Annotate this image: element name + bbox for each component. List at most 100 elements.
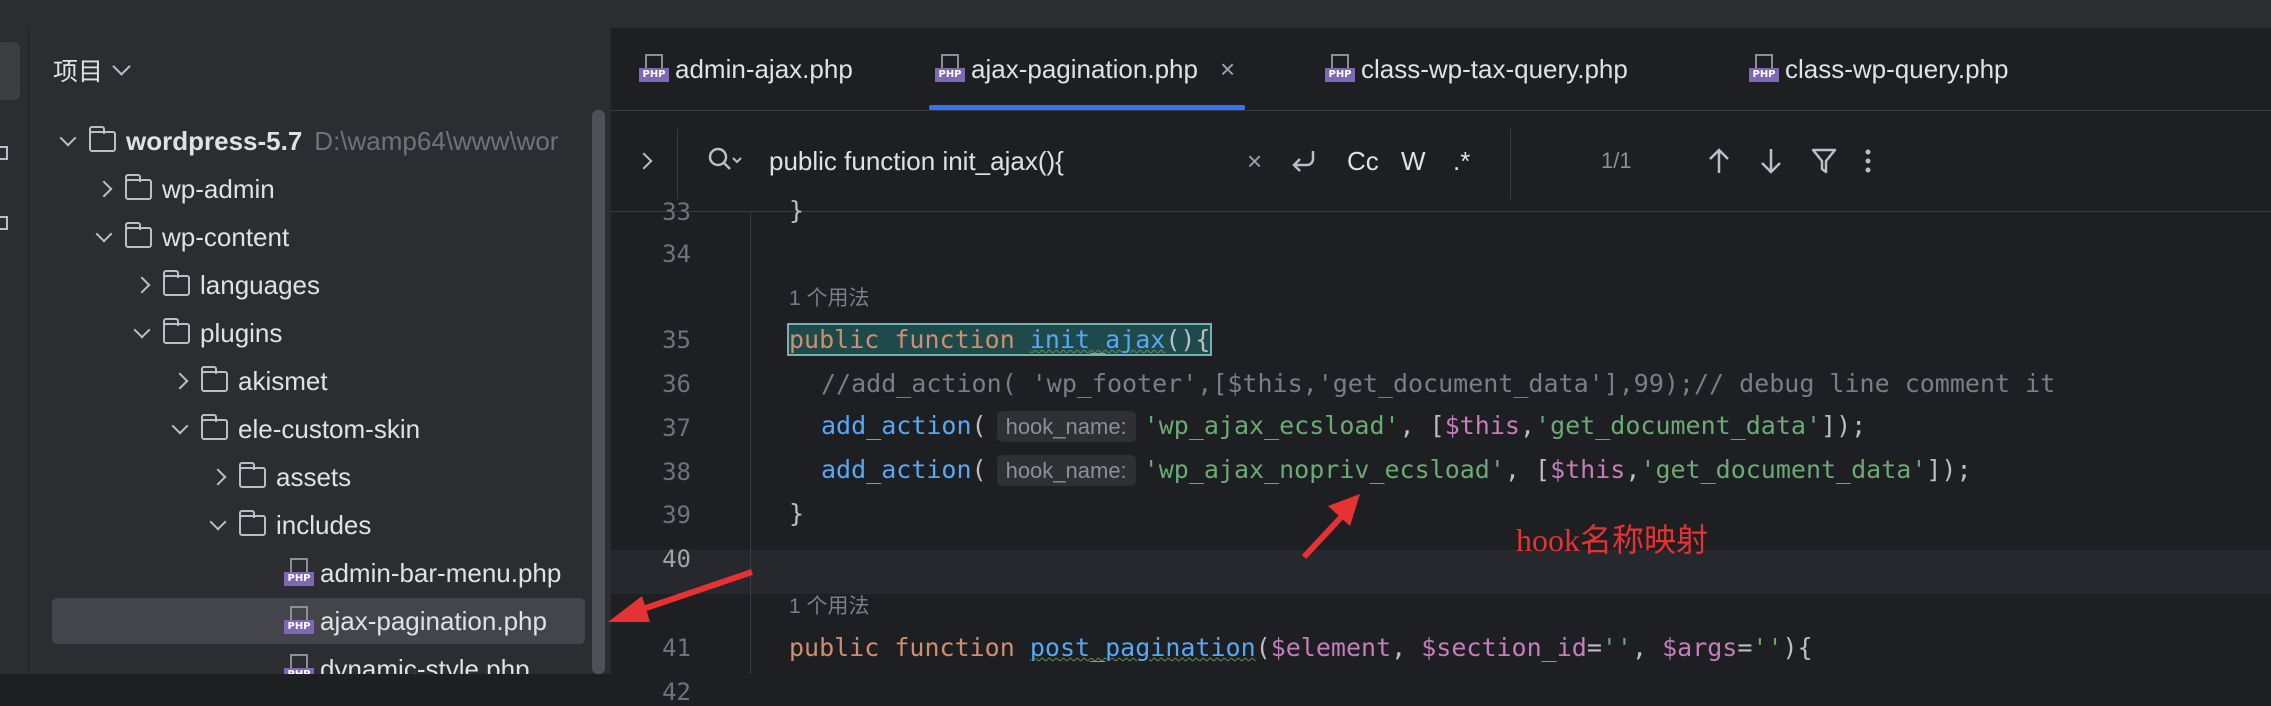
php-file-icon: PHP (1325, 54, 1355, 84)
tree-item-label: akismet (238, 365, 328, 396)
line-number: 38 (662, 458, 691, 486)
search-match-highlight: public function init_ajax(){ (786, 323, 1213, 356)
parameter-hint: hook_name: (996, 411, 1136, 442)
tree-item-akismet[interactable]: akismet (29, 358, 611, 404)
chevron-down-icon[interactable] (207, 514, 229, 536)
editor: PHP admin-ajax.php PHP ajax-pagination.p… (611, 28, 2271, 706)
find-bar: public function init_ajax(){ × Cc W .* 1… (611, 111, 2271, 212)
tree-item-label: dynamic-style.php (320, 653, 530, 675)
tree-item-label: admin-bar-menu.php (320, 557, 562, 588)
tree-item-plugins[interactable]: plugins (29, 310, 611, 356)
tree-item-assets[interactable]: assets (29, 454, 611, 500)
tree-item-ajax-pagination[interactable]: PHP ajax-pagination.php (52, 598, 585, 644)
usage-hint[interactable]: 1 个用法 (789, 282, 870, 312)
chevron-down-icon[interactable] (131, 322, 153, 344)
tab-label: admin-ajax.php (675, 53, 853, 84)
tree-item-label: ajax-pagination.php (320, 605, 547, 636)
tree-item-label: wordpress-5.7 (126, 125, 303, 156)
code-line[interactable]: add_action(hook_name:'wp_ajax_ecsload', … (821, 411, 1866, 442)
parameter-hint: hook_name: (996, 455, 1136, 486)
tree-item-label: ele-custom-skin (238, 413, 421, 444)
tab-class-wp-query[interactable]: PHP class-wp-query.php (1749, 28, 2009, 110)
folder-icon (124, 173, 152, 200)
folder-icon (162, 269, 190, 296)
project-tool-button[interactable] (0, 42, 20, 100)
tree-item-label: wp-admin (162, 173, 275, 204)
line-number: 33 (662, 198, 691, 226)
chevron-right-icon[interactable] (131, 274, 153, 296)
folder-icon (238, 509, 266, 536)
tree-item-admin-bar-menu[interactable]: PHP admin-bar-menu.php (29, 550, 611, 596)
folder-icon (88, 125, 116, 152)
tab-class-wp-tax-query[interactable]: PHP class-wp-tax-query.php (1325, 28, 1628, 110)
tree-item-includes[interactable]: includes (29, 502, 611, 548)
chevron-down-icon[interactable] (93, 226, 115, 248)
chevron-down-icon (112, 56, 131, 76)
php-file-icon: PHP (284, 606, 314, 636)
chevron-down-icon[interactable] (57, 130, 79, 152)
chevron-right-icon[interactable] (93, 178, 115, 200)
activity-bar (0, 28, 29, 674)
project-panel-header[interactable]: 项目 (53, 52, 131, 88)
folder-icon (124, 221, 152, 248)
project-panel-title: 项目 (53, 58, 104, 86)
commit-icon[interactable] (0, 146, 8, 160)
line-number: 40 (662, 545, 691, 573)
code-line[interactable]: //add_action( 'wp_footer',[$this,'get_do… (821, 369, 2055, 398)
folder-icon (200, 413, 228, 440)
search-history-icon[interactable] (707, 111, 743, 211)
whole-words-toggle[interactable]: W (1401, 111, 1426, 211)
tree-item-label: wp-content (162, 221, 290, 252)
match-case-toggle[interactable]: Cc (1347, 111, 1379, 211)
more-options-icon[interactable] (1863, 111, 1873, 211)
line-number: 39 (662, 501, 691, 529)
tree-item-wordpress-5.7[interactable]: wordpress-5.7 D:\wamp64\www\wor (29, 118, 611, 164)
code-line[interactable]: } (789, 196, 804, 225)
tree-item-languages[interactable]: languages (29, 262, 611, 308)
tree-item-wp-admin[interactable]: wp-admin (29, 166, 611, 212)
newline-icon[interactable] (1289, 111, 1319, 211)
indent-guide (750, 212, 751, 674)
regex-toggle[interactable]: .* (1453, 111, 1470, 211)
php-file-icon: PHP (1749, 54, 1779, 84)
chevron-right-icon[interactable] (207, 466, 229, 488)
code-line[interactable]: } (789, 499, 804, 528)
search-input[interactable]: public function init_ajax(){ (769, 111, 1064, 211)
arrow-up-icon[interactable] (1707, 111, 1731, 211)
tab-admin-ajax[interactable]: PHP admin-ajax.php (639, 28, 853, 110)
tree-item-path-hint: D:\wamp64\www\wor (314, 125, 559, 156)
tree-item-label: includes (276, 509, 372, 540)
arrow-down-icon[interactable] (1759, 111, 1783, 211)
line-number: 36 (662, 370, 691, 398)
annotation-label: hook名称映射 (1516, 522, 1709, 558)
chevron-down-icon[interactable] (169, 418, 191, 440)
tree-item-dynamic-style[interactable]: PHP dynamic-style.php (29, 646, 611, 674)
project-scrollbar[interactable] (592, 110, 605, 674)
php-file-icon: PHP (639, 54, 669, 84)
close-icon[interactable]: × (1220, 54, 1235, 85)
structure-icon[interactable] (0, 216, 8, 230)
code-line[interactable]: add_action(hook_name:'wp_ajax_nopriv_ecs… (821, 455, 1972, 486)
current-line-highlight (611, 550, 2271, 594)
title-bar (0, 0, 2271, 29)
editor-tab-bar: PHP admin-ajax.php PHP ajax-pagination.p… (611, 28, 2271, 111)
tab-label: class-wp-tax-query.php (1361, 53, 1628, 84)
folder-icon (162, 317, 190, 344)
php-file-icon: PHP (284, 558, 314, 588)
tab-ajax-pagination[interactable]: PHP ajax-pagination.php × (929, 28, 1246, 110)
php-file-icon: PHP (935, 54, 965, 84)
expand-replace-toggle[interactable] (633, 111, 657, 211)
code-line[interactable]: public function post_pagination($element… (789, 633, 1813, 662)
tree-item-ele-custom-skin[interactable]: ele-custom-skin (29, 406, 611, 452)
folder-icon (200, 365, 228, 392)
tree-item-wp-content[interactable]: wp-content (29, 214, 611, 260)
code-line[interactable]: public function init_ajax(){ (786, 323, 1213, 356)
tab-label: class-wp-query.php (1785, 53, 2009, 84)
usage-hint[interactable]: 1 个用法 (789, 590, 870, 620)
clear-search-icon[interactable]: × (1247, 111, 1262, 211)
project-panel: 项目 wordpress-5.7 D:\wamp64\www\wor wp-ad… (29, 28, 611, 674)
chevron-right-icon[interactable] (169, 370, 191, 392)
tab-label: ajax-pagination.php (971, 53, 1198, 84)
filter-icon[interactable] (1811, 111, 1837, 211)
line-number: 42 (662, 678, 691, 706)
